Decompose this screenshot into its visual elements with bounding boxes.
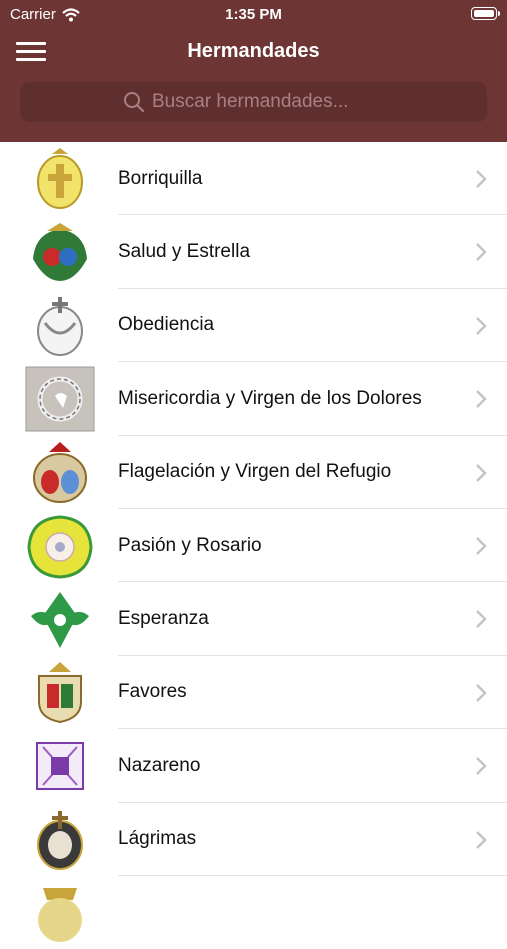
list-item-label: Nazareno <box>118 754 201 776</box>
crest-icon <box>27 515 93 579</box>
status-bar: Carrier 1:35 PM <box>0 0 507 28</box>
list-item[interactable]: Lágrimas <box>0 803 507 876</box>
list-item-label: Esperanza <box>118 608 209 630</box>
status-time: 1:35 PM <box>225 6 282 23</box>
chevron-right-icon <box>476 830 487 849</box>
chevron-right-icon <box>476 757 487 775</box>
chevron-right-icon <box>476 683 487 702</box>
list-item-label: Lágrimas <box>118 828 197 850</box>
brotherhood-list: Borriquilla Salud y Estrella Obediencia <box>0 142 507 949</box>
list-item[interactable]: Favores <box>0 656 507 730</box>
crest-icon <box>31 592 89 649</box>
crest-icon <box>37 810 83 870</box>
list-item-label: Obediencia <box>118 314 215 336</box>
battery-icon <box>471 7 500 20</box>
list-item[interactable]: Flagelación y Virgen del Refugio <box>0 436 507 509</box>
crest-icon <box>36 742 84 791</box>
search-bar[interactable] <box>20 82 487 122</box>
crest-icon <box>25 366 95 432</box>
list-item[interactable]: Obediencia <box>0 289 507 363</box>
list-item-partial[interactable] <box>0 876 507 949</box>
crest-icon <box>37 296 83 356</box>
list-item[interactable]: Nazareno <box>0 729 507 803</box>
chevron-right-icon <box>476 243 487 262</box>
crest-icon <box>33 223 87 282</box>
list-item-label: Salud y Estrella <box>118 241 251 263</box>
list-item-label: Favores <box>118 681 187 703</box>
crest-icon <box>37 148 83 209</box>
list-item[interactable]: Salud y Estrella <box>0 215 507 289</box>
list-item-label: Misericordia y Virgen de los Dolores <box>118 387 422 409</box>
list-item-label: Borriquilla <box>118 167 203 189</box>
list-item[interactable]: Pasión y Rosario <box>0 509 507 583</box>
crest-icon <box>38 887 82 942</box>
list-item[interactable]: Borriquilla <box>0 142 507 216</box>
chevron-right-icon <box>476 610 487 629</box>
list-item[interactable]: Misericordia y Virgen de los Dolores <box>0 362 507 436</box>
crest-icon <box>33 441 87 503</box>
search-input[interactable] <box>150 90 454 114</box>
chevron-right-icon <box>476 316 487 335</box>
navigation-header: Carrier 1:35 PM Hermandades <box>0 0 507 142</box>
list-item-label: Flagelación y Virgen del Refugio <box>118 461 392 483</box>
list-item-label: Pasión y Rosario <box>118 534 262 556</box>
chevron-right-icon <box>476 390 487 409</box>
crest-icon <box>38 661 82 723</box>
list-item[interactable]: Esperanza <box>0 582 507 656</box>
search-icon <box>124 92 145 113</box>
chevron-right-icon <box>476 537 487 555</box>
page-title: Hermandades <box>187 40 320 62</box>
chevron-right-icon <box>476 463 487 482</box>
chevron-right-icon <box>476 170 487 188</box>
